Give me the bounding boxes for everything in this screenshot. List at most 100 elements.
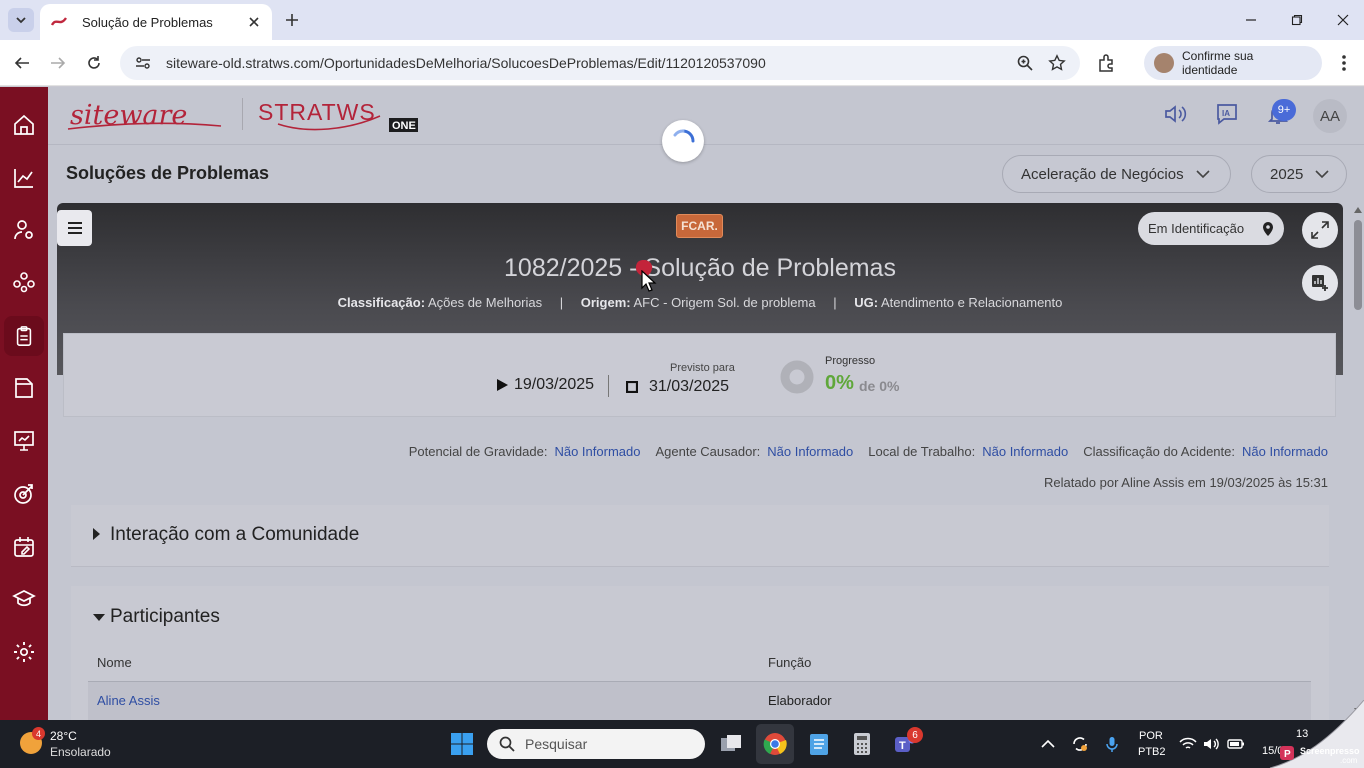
gravidade-label: Potencial de Gravidade: [408,444,548,459]
taskbar-search[interactable]: Pesquisar [487,729,705,759]
forward-button[interactable] [47,52,69,74]
keyboard-layout[interactable]: PTB2 [1138,746,1166,758]
unit-select[interactable]: Aceleração de Negócios [1002,155,1231,193]
search-placeholder: Pesquisar [525,736,588,752]
acidente-value[interactable]: Não Informado [1242,444,1328,459]
menu-button[interactable] [57,210,92,246]
site-settings-icon[interactable] [134,54,152,72]
progress-label: Progresso [825,355,876,367]
scrollbar-thumb[interactable] [1354,220,1362,310]
gravidade-value[interactable]: Não Informado [554,444,640,459]
team-icon[interactable] [12,270,36,294]
reload-button[interactable] [83,52,105,74]
accident-fields: Potencial de Gravidade: Não Informado Agen… [395,444,1328,459]
svg-text:IA: IA [1222,109,1230,118]
more-vertical-icon[interactable] [1334,52,1354,74]
user-settings-icon[interactable] [12,218,36,242]
tab-search-button[interactable] [8,8,34,32]
origem-value: AFC - Origem Sol. de problema [633,295,816,310]
search-icon [499,736,515,752]
table-row[interactable] [88,682,1311,720]
bookmark-star-icon[interactable] [1048,54,1066,72]
presentation-icon[interactable] [12,429,36,453]
folder-icon[interactable] [12,376,36,400]
minimize-button[interactable] [1241,10,1261,30]
column-header-funcao[interactable]: Função [768,655,811,670]
notifications-badge: 9+ [1272,99,1296,121]
arrow-right-icon [51,57,66,69]
identity-label: Confirme sua identidade [1181,49,1254,77]
windows-start-icon[interactable] [450,732,474,756]
screenpresso-suffix: .com [1340,756,1358,765]
teams-badge: 6 [907,727,923,743]
task-view-icon[interactable] [718,731,744,757]
column-header-nome[interactable]: Nome [97,655,132,670]
zoom-icon[interactable] [1016,54,1034,72]
calendar-edit-icon[interactable] [12,535,36,559]
graduation-cap-icon[interactable] [12,587,36,611]
extensions-icon[interactable] [1096,52,1118,74]
wifi-icon[interactable] [1179,735,1197,753]
siteware-logo: siteware [67,100,222,131]
caret-down-icon[interactable] [93,614,105,621]
reload-icon [88,56,100,69]
logo-divider [242,98,243,130]
back-button[interactable] [11,52,33,74]
calculator-icon[interactable] [849,731,875,757]
clipboard-icon [16,326,32,346]
classificacao-label: Classificação: [337,295,426,310]
spinner-icon [673,129,695,143]
origem-label: Origem: [580,295,631,310]
microphone-icon[interactable] [1103,735,1121,753]
chart-line-icon[interactable] [12,166,36,190]
add-chart-button[interactable] [1302,265,1338,301]
volume-icon[interactable] [1202,735,1220,753]
start-date: 19/03/2025 [496,376,594,394]
unit-select-value: Aceleração de Negócios [1021,165,1184,183]
participant-name-link[interactable]: Aline Assis [97,693,160,708]
local-value[interactable]: Não Informado [982,444,1068,459]
expand-icon [1311,221,1329,239]
arrow-left-icon [14,57,29,69]
home-icon[interactable] [12,113,36,137]
section-interacao-title: Interação com a Comunidade [110,524,360,545]
year-select-value: 2025 [1270,165,1304,183]
scroll-up-icon[interactable] [1353,206,1363,214]
status-badge[interactable]: Em Identificação [1138,212,1284,245]
sidebar-item-problems[interactable] [4,316,44,356]
location-pin-icon [1263,221,1273,236]
section-participantes-title[interactable]: Participantes [110,606,220,628]
agente-label: Agente Causador: [655,444,761,459]
reported-by: Relatado por Aline Assis em 19/03/2025 à… [1043,475,1328,490]
section-interacao[interactable]: Interação com a Comunidade [71,505,1329,567]
sync-icon[interactable] [1071,735,1089,753]
year-select[interactable]: 2025 [1251,155,1347,193]
tab-title: Solução de Problemas [82,14,213,30]
user-avatar[interactable]: AA [1313,99,1347,133]
ug-value: Atendimento e Relacionamento [880,295,1063,310]
expand-button[interactable] [1302,212,1338,248]
agente-value[interactable]: Não Informado [767,444,853,459]
gear-icon[interactable] [12,640,36,664]
browser-tab[interactable]: Solução de Problemas [40,4,272,40]
start-date-value: 19/03/2025 [514,376,595,393]
chevron-up-icon[interactable] [1039,735,1057,753]
ai-assistant-icon[interactable]: IA [1215,102,1239,126]
identity-button[interactable]: Confirme sua identidade [1144,46,1322,80]
address-bar[interactable]: siteware-old.stratws.com/OportunidadesDe… [120,46,1080,80]
chrome-icon[interactable] [762,731,788,757]
target-icon[interactable] [12,482,36,506]
keyboard-language[interactable]: POR [1139,730,1163,742]
svg-text:P: P [1284,749,1291,760]
close-tab-icon[interactable] [246,14,262,30]
hamburger-icon [67,222,82,234]
notepad-icon[interactable] [806,731,832,757]
restore-button[interactable] [1287,10,1307,30]
problem-meta: Classificação: Ações de Melhorias | Orig… [300,295,1100,310]
speaker-icon[interactable] [1163,102,1187,126]
new-tab-button[interactable] [282,10,302,30]
temperature[interactable]: 28°C [50,729,77,743]
close-window-button[interactable] [1333,10,1353,30]
plus-icon [286,14,298,26]
weather-condition[interactable]: Ensolarado [50,745,111,759]
